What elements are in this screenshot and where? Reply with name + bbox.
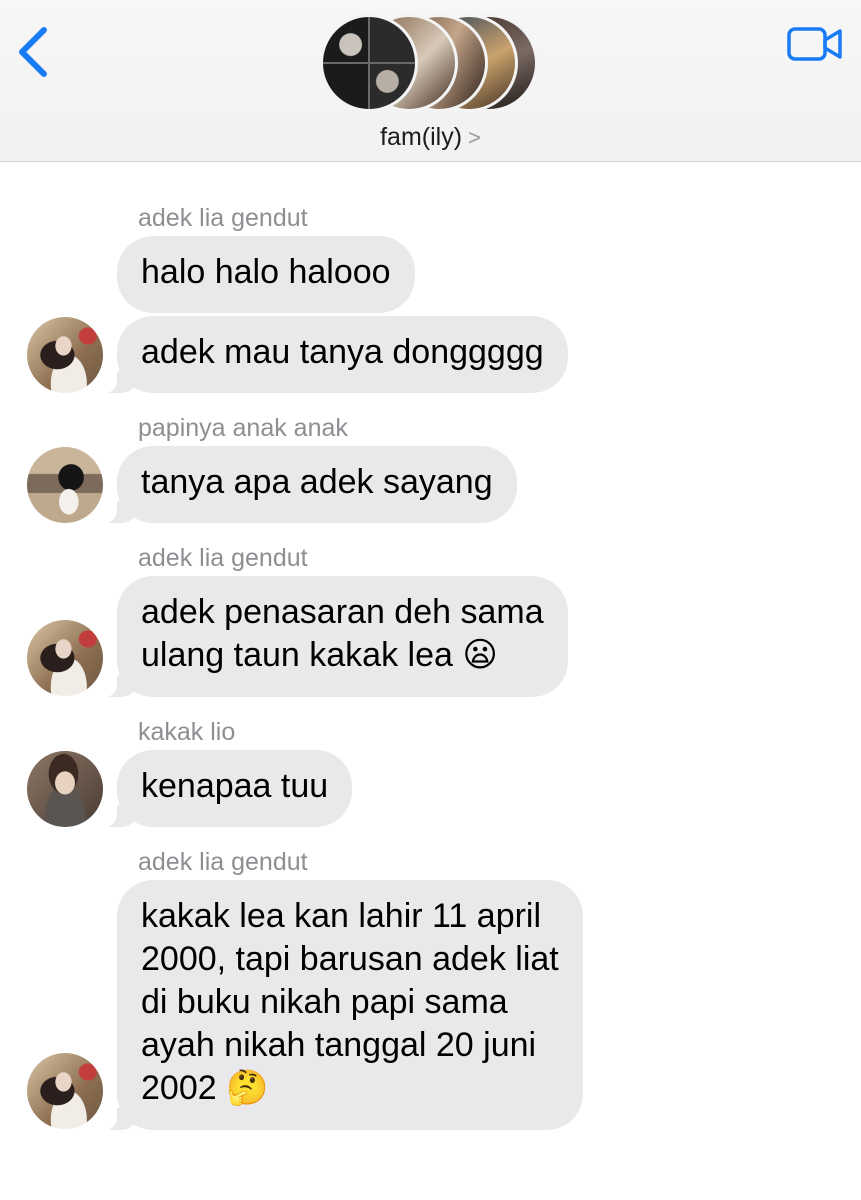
- avatar[interactable]: [27, 1053, 103, 1129]
- sender-name: papinya anak anak: [138, 414, 348, 442]
- avatar[interactable]: [27, 751, 103, 827]
- conversation-header: fam(ily) >: [0, 0, 861, 162]
- sender-name: adek lia gendut: [138, 204, 308, 232]
- message-bubble[interactable]: kenapaa tuu: [92, 750, 353, 827]
- video-camera-icon: [787, 27, 842, 61]
- group-name-link[interactable]: fam(ily) >: [0, 123, 861, 152]
- chevron-right-icon: >: [468, 125, 481, 150]
- avatar[interactable]: [27, 447, 103, 523]
- group-member-avatar: [320, 14, 418, 112]
- back-button[interactable]: [14, 24, 54, 80]
- group-avatar-stack[interactable]: [320, 14, 540, 112]
- sender-name: kakak lio: [138, 718, 236, 746]
- message-bubble[interactable]: kakak lea kan lahir 11 april 2000, tapi …: [93, 880, 583, 1130]
- avatar[interactable]: [27, 620, 103, 696]
- sender-name: adek lia gendut: [138, 848, 308, 876]
- group-name: fam(ily): [380, 123, 463, 151]
- message-bubble[interactable]: adek penasaran deh sama ulang taun kakak…: [93, 576, 568, 697]
- avatar[interactable]: [27, 317, 103, 393]
- video-call-button[interactable]: [787, 24, 843, 64]
- message-bubble[interactable]: tanya apa adek sayang: [93, 446, 517, 523]
- message-bubble[interactable]: adek mau tanya donggggg: [93, 316, 568, 393]
- message-bubble[interactable]: halo halo halooo: [117, 236, 415, 313]
- chevron-left-icon: [19, 27, 47, 77]
- sender-name: adek lia gendut: [138, 544, 308, 572]
